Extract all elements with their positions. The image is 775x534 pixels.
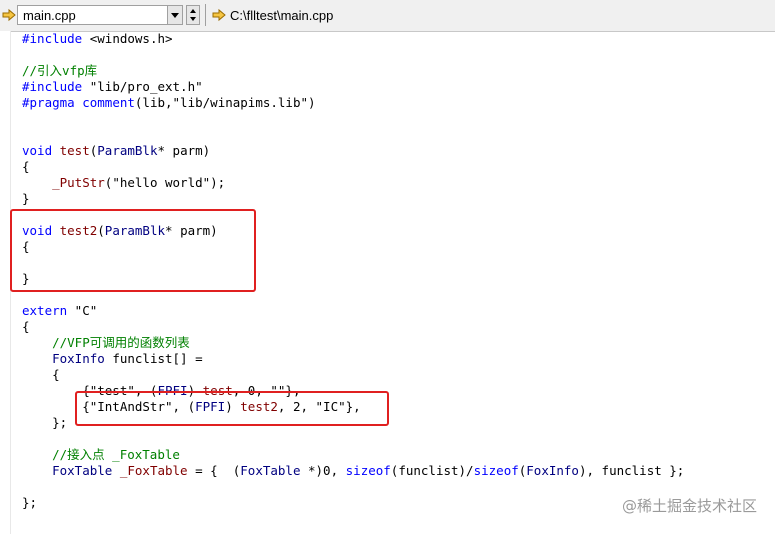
code-line: #include "lib/pro_ext.h" [22,79,203,94]
toolbar-divider [205,4,206,26]
code-line: { [22,159,30,174]
file-combo[interactable]: main.cpp [17,5,183,25]
highlight-box-funclist-entry [75,391,389,426]
code-line: #pragma comment(lib,"lib/winapims.lib") [22,95,316,110]
code-editor[interactable]: #include <windows.h> //引入vfp库 #include "… [0,31,775,534]
code-line: extern "C" [22,303,98,318]
code-line: #include <windows.h> [22,31,173,46]
file-spin-button[interactable] [186,5,200,25]
go-to-arrow-icon[interactable] [2,8,16,22]
code-line: } [22,191,30,206]
code-line: }; [22,495,38,510]
spin-up-icon[interactable] [187,6,199,15]
code-line: _PutStr("hello world"); [22,175,226,190]
watermark: @稀土掘金技术社区 [621,497,757,515]
code-line: }; [22,415,68,430]
code-line: //接入点 _FoxTable [22,447,180,462]
editor-toolbar: main.cpp C:\flltest\main.cpp [0,0,775,32]
go-to-arrow-icon[interactable] [212,8,226,22]
code-line: void test(ParamBlk* parm) [22,143,211,158]
code-line: //VFP可调用的函数列表 [22,335,190,350]
code-line: //引入vfp库 [22,63,98,78]
spin-down-icon[interactable] [187,15,199,24]
code-line: FoxTable _FoxTable = { (FoxTable *)0, si… [22,463,685,478]
code-line: FoxInfo funclist[] = [22,351,203,366]
highlight-box-test2-function [10,209,256,292]
file-combo-value: main.cpp [23,8,76,23]
file-combo-dropdown-button[interactable] [167,6,182,24]
code-line: { [22,367,60,382]
chevron-down-icon [171,13,179,18]
code-line: { [22,319,30,334]
file-path-field[interactable]: C:\flltest\main.cpp [230,8,333,23]
